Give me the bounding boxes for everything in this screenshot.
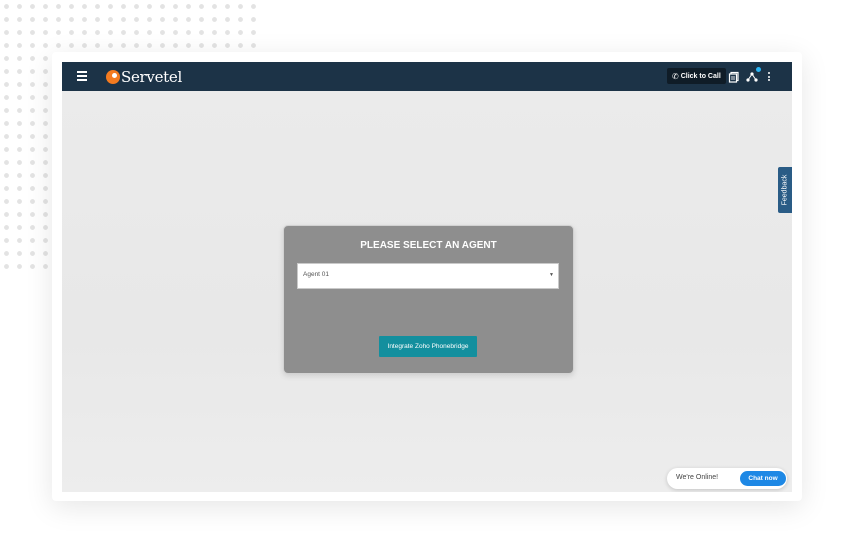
chat-widget: We're Online! Chat now	[667, 468, 787, 489]
agent-select-value: Agent 01	[303, 271, 330, 278]
chevron-down-icon: ▼	[549, 272, 554, 278]
network-icon[interactable]	[746, 67, 761, 82]
servetel-logo[interactable]: Servetel	[106, 67, 182, 87]
integrate-zoho-phonebridge-button[interactable]: Integrate Zoho Phonebridge	[379, 336, 477, 357]
notification-badge	[756, 67, 761, 72]
click-to-call-button[interactable]: ✆ Click to Call	[667, 68, 726, 84]
document-icon[interactable]	[728, 70, 740, 83]
app-window: Servetel ✆ Click to Call Feedback PLEASE…	[62, 62, 792, 492]
more-vertical-icon[interactable]	[768, 72, 771, 82]
logo-text: Servetel	[121, 68, 182, 86]
chat-status-text: We're Online!	[676, 474, 719, 481]
logo-mark-icon	[106, 70, 120, 84]
chat-now-button[interactable]: Chat now	[740, 471, 786, 486]
modal-title: PLEASE SELECT AN AGENT	[360, 240, 497, 251]
phone-icon: ✆	[672, 71, 679, 81]
hamburger-icon[interactable]	[77, 71, 87, 82]
feedback-tab[interactable]: Feedback	[778, 167, 792, 213]
click-to-call-label: Click to Call	[680, 72, 721, 80]
select-agent-modal: PLEASE SELECT AN AGENT Agent 01 ▼ Integr…	[283, 225, 574, 374]
top-navigation-bar: Servetel ✆ Click to Call	[62, 62, 792, 91]
feedback-label: Feedback	[781, 174, 789, 206]
agent-select-dropdown[interactable]: Agent 01 ▼	[297, 263, 559, 289]
